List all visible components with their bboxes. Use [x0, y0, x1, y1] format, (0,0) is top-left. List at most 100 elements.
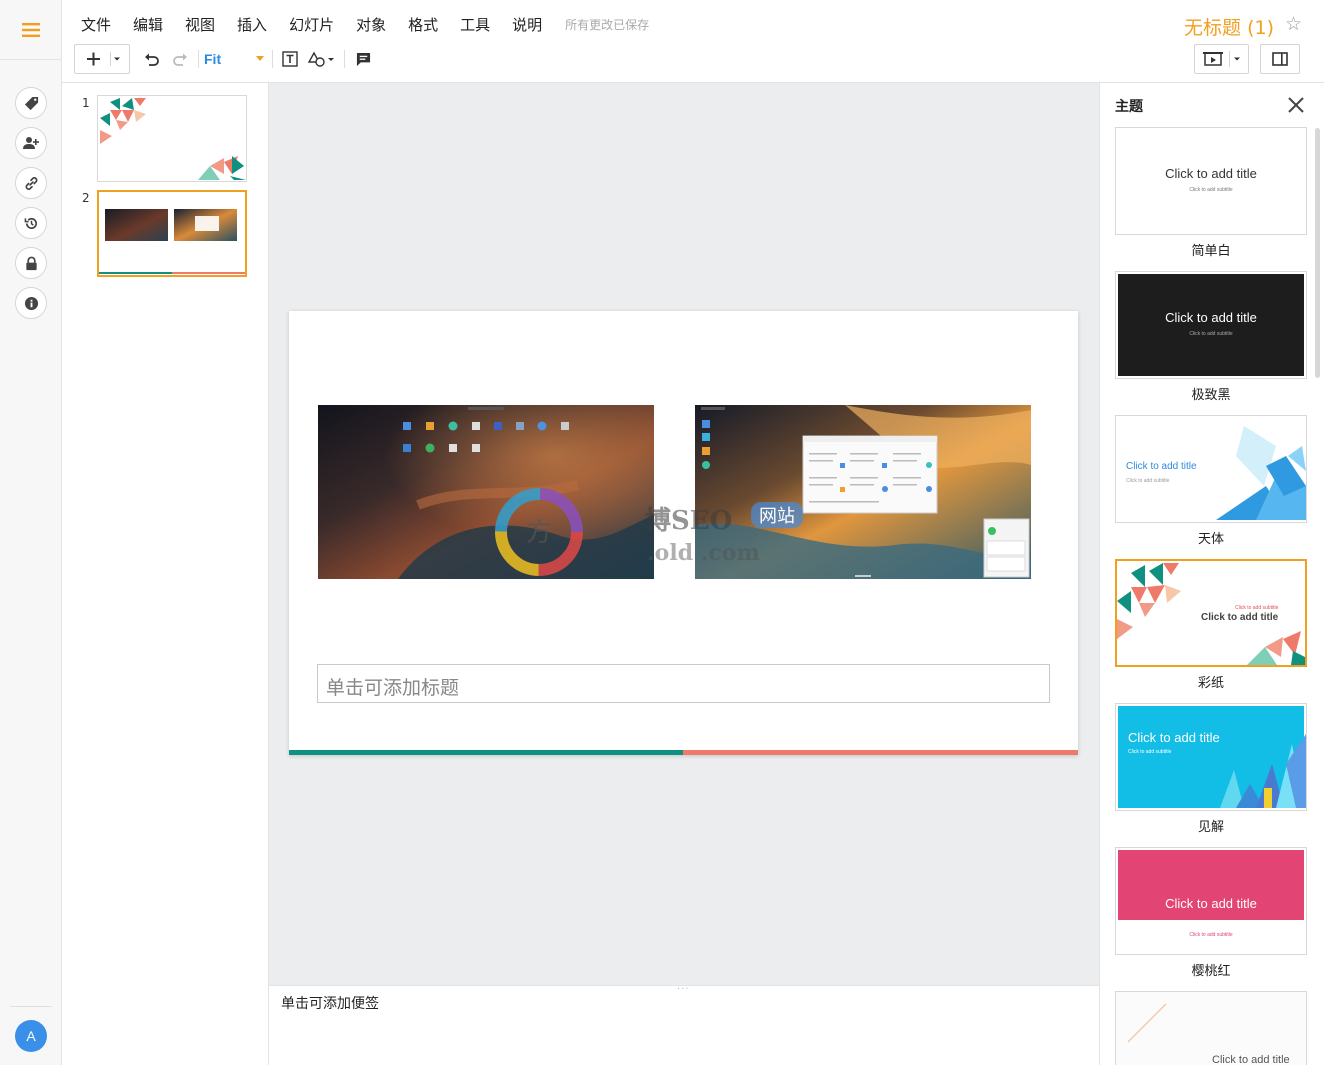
- menu-tools[interactable]: 工具: [460, 14, 490, 35]
- shape-button[interactable]: [306, 44, 338, 74]
- theme-card-celestial[interactable]: Click to add title Click to add subtitle: [1115, 415, 1307, 523]
- header: 文件 编辑 视图 插入 幻灯片 对象 格式 工具 说明 所有更改已保存 无标题 …: [62, 0, 1324, 83]
- menu-format[interactable]: 格式: [408, 14, 438, 35]
- left-rail: A: [0, 0, 62, 1065]
- app-screenshot-image[interactable]: [695, 405, 1031, 579]
- rail-divider: [10, 1006, 52, 1007]
- redo-button[interactable]: [168, 44, 192, 74]
- theme-sample-subtitle: Click to add subtitle: [1128, 749, 1172, 755]
- theme-sample-title: Click to add title: [1212, 1054, 1290, 1065]
- menu-insert[interactable]: 插入: [237, 14, 267, 35]
- insight-theme-art: [1220, 734, 1306, 808]
- title-textbox[interactable]: 单击可添加标题: [317, 664, 1050, 703]
- slide-stripe-teal: [289, 750, 683, 755]
- lock-icon: [25, 256, 37, 270]
- tag-icon: [24, 96, 38, 110]
- text-box-button[interactable]: [279, 44, 301, 74]
- theme-label: 彩纸: [1197, 676, 1224, 691]
- theme-label: 简单白: [1191, 244, 1231, 259]
- menu-view[interactable]: 视图: [185, 14, 215, 35]
- theme-sample-title: Click to add title: [1165, 310, 1257, 325]
- theme-card-simple-white[interactable]: Click to add title Click to add subtitle: [1115, 127, 1307, 235]
- menu-edit[interactable]: 编辑: [133, 14, 163, 35]
- zoom-select[interactable]: Fit: [204, 44, 266, 74]
- confetti-thumbnail-art: [100, 98, 246, 180]
- menu-bar: 文件 编辑 视图 插入 幻灯片 对象 格式 工具 说明 所有更改已保存: [70, 10, 649, 38]
- close-theme-panel-button[interactable]: [1286, 95, 1306, 115]
- screenshots-thumbnail-art: [99, 209, 245, 274]
- comment-icon: [356, 52, 370, 66]
- theme-label: 天体: [1197, 532, 1224, 547]
- tags-button[interactable]: [15, 87, 47, 119]
- theme-label: 极致黑: [1191, 388, 1231, 403]
- link-button[interactable]: [15, 167, 47, 199]
- new-slide-button[interactable]: [74, 44, 130, 74]
- slide-number: 2: [82, 191, 90, 205]
- desktop-wallpaper-image: [318, 405, 654, 579]
- hamburger-menu-icon: [22, 22, 40, 37]
- chevron-down-icon: [256, 56, 264, 61]
- star-icon[interactable]: ☆: [1285, 13, 1302, 35]
- theme-card-cherry-red[interactable]: Click to add title Click to add subtitle: [1115, 847, 1307, 955]
- plus-icon: [87, 52, 120, 66]
- slide-canvas: 单击可添加标题: [269, 83, 1099, 985]
- toolbar-separator: [272, 50, 273, 68]
- theme-panel-scrollbar[interactable]: [1315, 128, 1320, 378]
- right-tools: [1194, 44, 1324, 74]
- slide-thumbnails-panel: 1 2: [62, 83, 269, 1065]
- notes-placeholder: 单击可添加便签: [281, 996, 379, 1012]
- theme-card-confetti[interactable]: Click to add subtitle Click to add title: [1115, 559, 1307, 667]
- text-box-icon: [282, 51, 298, 67]
- permissions-button[interactable]: [15, 247, 47, 279]
- toolbar: Fit: [74, 44, 694, 74]
- menu-help[interactable]: 说明: [512, 14, 542, 35]
- theme-label: 樱桃红: [1191, 964, 1231, 979]
- theme-sample-title: Click to add title: [1165, 896, 1257, 911]
- sidebar-toggle-button[interactable]: [1260, 44, 1300, 74]
- theme-black-background: [1118, 274, 1304, 376]
- info-button[interactable]: [15, 287, 47, 319]
- slide-editor[interactable]: 单击可添加标题: [289, 311, 1078, 755]
- link-icon: [25, 176, 37, 190]
- share-button[interactable]: [15, 127, 47, 159]
- history-icon: [24, 217, 37, 229]
- theme-label: 见解: [1197, 820, 1224, 835]
- theme-sample-title: Click to add title: [1201, 612, 1279, 623]
- theme-sample-title: Click to add title: [1126, 461, 1197, 472]
- theme-card-black[interactable]: Click to add title Click to add subtitle: [1115, 271, 1307, 379]
- close-icon: [1288, 97, 1304, 113]
- shape-icon: [308, 51, 334, 67]
- desktop-screenshot-image[interactable]: [318, 405, 654, 579]
- theme-sample-title: Click to add title: [1128, 730, 1220, 745]
- menu-object[interactable]: 对象: [356, 14, 386, 35]
- toolbar-separator: [344, 50, 345, 68]
- present-icon: [1202, 51, 1240, 67]
- slide-thumbnail-1[interactable]: [97, 95, 247, 182]
- avatar[interactable]: A: [15, 1020, 47, 1052]
- theme-panel: 主题 Click to add title Click to add subti…: [1099, 83, 1324, 1065]
- notes-resize-handle[interactable]: ···: [677, 984, 690, 995]
- menu-slide[interactable]: 幻灯片: [289, 14, 334, 35]
- title-placeholder: 单击可添加标题: [326, 677, 460, 699]
- document-title[interactable]: 无标题 (1): [1184, 13, 1274, 40]
- present-button[interactable]: [1194, 44, 1249, 74]
- undo-icon: [145, 53, 159, 66]
- hamburger-menu-button[interactable]: [0, 0, 62, 60]
- theme-sample-subtitle: Click to add subtitle: [1235, 605, 1279, 611]
- theme-sample-subtitle: Click to add subtitle: [1189, 331, 1233, 337]
- slide-number: 1: [82, 96, 90, 110]
- comment-button[interactable]: [352, 44, 374, 74]
- theme-sample-subtitle: Click to add subtitle: [1126, 478, 1170, 484]
- theme-panel-title: 主题: [1115, 99, 1143, 115]
- speaker-notes[interactable]: ··· 单击可添加便签: [269, 984, 1099, 1065]
- menu-file[interactable]: 文件: [81, 14, 111, 35]
- theme-card-7[interactable]: Click to add title: [1115, 991, 1307, 1065]
- undo-button[interactable]: [140, 44, 164, 74]
- add-user-icon: [23, 137, 39, 149]
- slide-stripe-coral: [683, 750, 1078, 755]
- slide-thumbnail-2[interactable]: [97, 190, 247, 277]
- zoom-value: Fit: [204, 51, 222, 67]
- history-button[interactable]: [15, 207, 47, 239]
- theme-card-insight[interactable]: Click to add title Click to add subtitle: [1115, 703, 1307, 811]
- info-icon: [24, 296, 38, 310]
